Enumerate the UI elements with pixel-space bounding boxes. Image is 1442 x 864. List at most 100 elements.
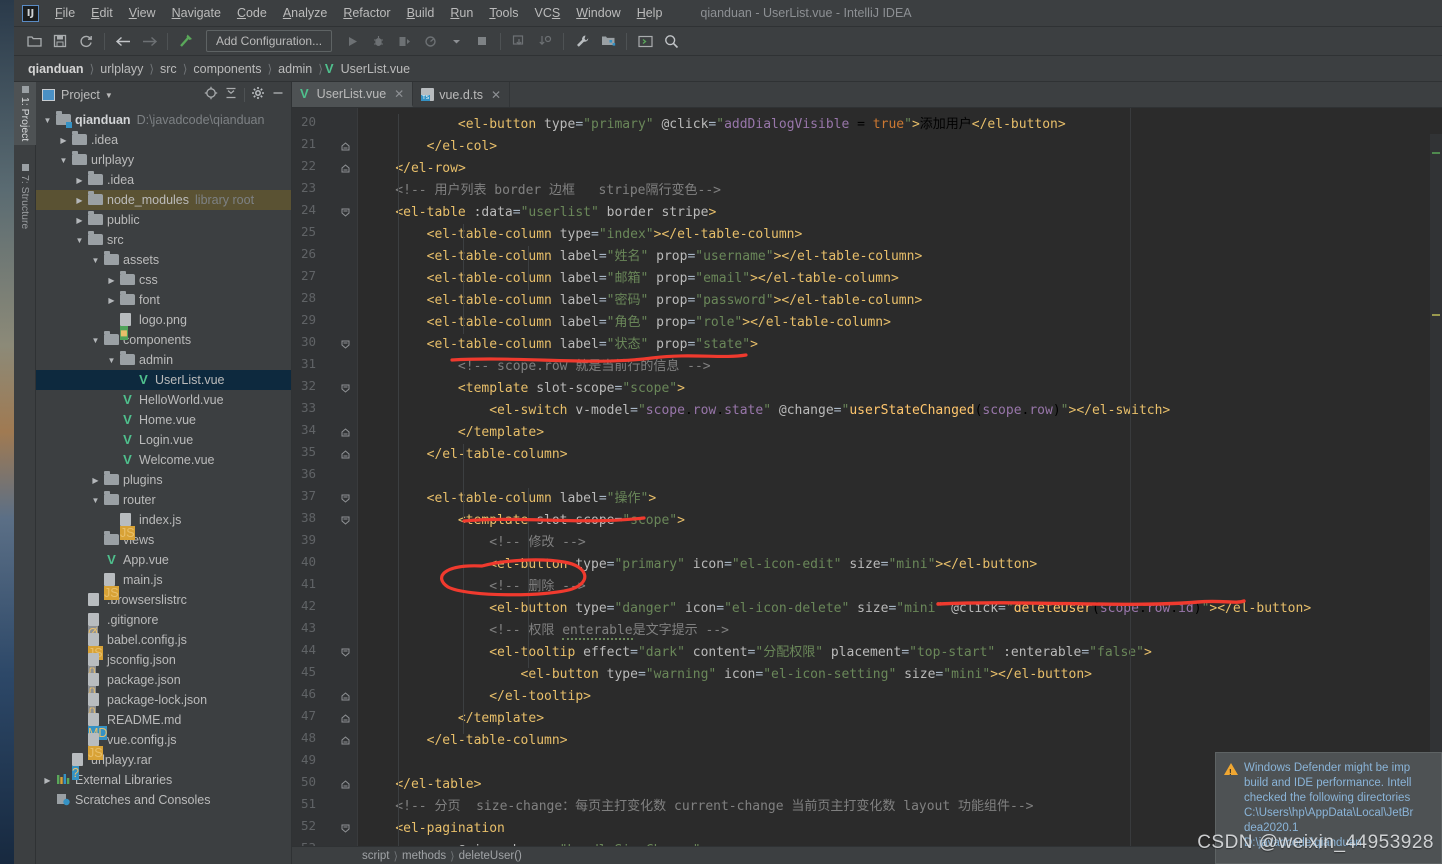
breadcrumb-item-components[interactable]: components [189,62,265,76]
chevron-right-icon[interactable]: ▶ [74,195,85,206]
forward-arrow-icon[interactable] [137,30,161,53]
commit-icon[interactable] [533,30,557,53]
menu-item-help[interactable]: Help [629,2,671,24]
tree-item-welcome-vue[interactable]: V Welcome.vue [36,450,291,470]
save-icon[interactable] [48,30,72,53]
menu-item-navigate[interactable]: Navigate [164,2,229,24]
menu-item-edit[interactable]: Edit [83,2,121,24]
locate-target-icon[interactable] [204,86,218,105]
tree-item-app-vue[interactable]: V App.vue [36,550,291,570]
tab-userlist-vue[interactable]: V UserList.vue ✕ [292,82,414,107]
tree-item-css[interactable]: ▶ css [36,270,291,290]
sidebar-item-project[interactable]: 1: Project [14,82,36,146]
close-icon[interactable]: ✕ [491,88,501,102]
chevron-down-icon[interactable]: ▼ [42,115,53,126]
chevron-down-icon[interactable]: ▼ [106,355,117,366]
update-project-icon[interactable] [507,30,531,53]
code-line[interactable]: <!-- 分页 size-change：每页主打变化数 current-chan… [364,796,1033,818]
code-fold-marker[interactable] [341,494,350,503]
tab-vue-d-ts[interactable]: TS vue.d.ts ✕ [413,82,511,107]
menu-item-build[interactable]: Build [399,2,443,24]
project-structure-icon[interactable] [596,30,620,53]
tree-item-userlist-vue[interactable]: V UserList.vue [36,370,291,390]
breadcrumb-item-admin[interactable]: admin [274,62,316,76]
bottom-breadcrumb-script[interactable]: script [362,850,389,862]
code-fold-marker[interactable] [341,824,350,833]
menu-item-view[interactable]: View [121,2,164,24]
sync-icon[interactable] [74,30,98,53]
gear-icon[interactable] [251,86,265,105]
tree-item-vue-config-js[interactable]: JS vue.config.js [36,730,291,760]
open-folder-icon[interactable] [22,30,46,53]
tree-item-urlplayy[interactable]: ▼ urlplayy [36,150,291,170]
code-line[interactable]: <template slot-scope="scope"> [364,378,685,400]
breadcrumb-item-src[interactable]: src [156,62,181,76]
tree-item--idea[interactable]: ▶ .idea [36,130,291,150]
tree-item-package-lock-json[interactable]: {} package-lock.json [36,690,291,720]
run-icon[interactable] [340,30,364,53]
search-icon[interactable] [659,30,683,53]
chevron-down-icon[interactable]: ▼ [58,155,69,166]
chevron-right-icon[interactable]: ▶ [58,135,69,146]
tree-item-main-js[interactable]: JS main.js [36,570,291,600]
tree-item-admin[interactable]: ▼ admin [36,350,291,370]
tree-item-urlplayy-rar[interactable]: ? urlplayy.rar [36,750,291,780]
hide-icon[interactable] [271,86,285,105]
code-line[interactable]: <el-button type="primary" icon="el-icon-… [364,554,1037,576]
menu-item-code[interactable]: Code [229,2,275,24]
code-fold-marker[interactable] [341,516,350,525]
debug-icon[interactable] [366,30,390,53]
tree-item--browserslistrc[interactable]: .browserslistrc [36,590,291,610]
code-line[interactable]: </el-col> [364,136,497,158]
code-fold-marker[interactable] [341,208,350,217]
sidebar-item-structure[interactable]: 7: Structure [14,160,36,233]
tree-item-home-vue[interactable]: V Home.vue [36,410,291,430]
code-fold-marker[interactable] [341,736,350,745]
code-line[interactable]: </el-table-column> [364,730,568,752]
code-line[interactable]: <el-button type="danger" icon="el-icon-d… [364,598,1311,620]
tree-item-views[interactable]: views [36,530,291,550]
code-line[interactable]: <!-- scope.row 就是当前行的信息 --> [364,356,711,378]
code-fold-marker[interactable] [341,648,350,657]
tree-item-src[interactable]: ▼ src [36,230,291,250]
bottom-breadcrumb-methods[interactable]: methods [402,850,446,862]
stop-icon[interactable] [470,30,494,53]
code-line[interactable]: <el-table-column label="邮箱" prop="email"… [364,268,899,290]
tree-item-font[interactable]: ▶ font [36,290,291,310]
code-line[interactable]: <el-table-column label="操作"> [364,488,657,510]
tree-item-babel-config-js[interactable]: JS babel.config.js [36,630,291,660]
tree-item-public[interactable]: ▶ public [36,210,291,230]
dropdown-caret-icon[interactable] [444,30,468,53]
chevron-right-icon[interactable]: ▶ [106,295,117,306]
tree-item-scratches-and-consoles[interactable]: Scratches and Consoles [36,790,291,810]
inspection-scrollbar[interactable] [1430,134,1442,828]
tree-item-jsconfig-json[interactable]: {} jsconfig.json [36,650,291,680]
code-line[interactable]: <el-button type="primary" @click="addDia… [364,114,1066,136]
code-line[interactable]: </template> [364,708,544,730]
code-fold-marker[interactable] [341,340,350,349]
add-configuration-button[interactable]: Add Configuration... [206,30,333,52]
close-icon[interactable]: ✕ [394,87,404,101]
chevron-down-icon[interactable]: ▼ [90,335,101,346]
menu-item-refactor[interactable]: Refactor [335,2,398,24]
tree-item-login-vue[interactable]: V Login.vue [36,430,291,450]
code-line[interactable]: <!-- 用户列表 border 边框 stripe隔行变色--> [364,180,721,202]
chevron-right-icon[interactable]: ▶ [74,215,85,226]
breadcrumb-item-file[interactable]: UserList.vue [337,62,414,76]
code-fold-marker[interactable] [341,384,350,393]
chevron-right-icon[interactable]: ▶ [106,275,117,286]
terminal-icon[interactable] [633,30,657,53]
code-line[interactable]: <!-- 权限 enterable是文字提示 --> [364,620,729,642]
code-fold-marker[interactable] [341,428,350,437]
tree-item--gitignore[interactable]: Ø .gitignore [36,610,291,640]
code-line[interactable]: </template> [364,422,544,444]
code-fold-marker[interactable] [341,780,350,789]
tree-item-plugins[interactable]: ▶ plugins [36,470,291,490]
breadcrumb-item-urlplayy[interactable]: urlplayy [96,62,147,76]
build-hammer-icon[interactable] [174,30,198,53]
code-line[interactable]: <el-table-column label="状态" prop="state"… [364,334,758,356]
code-fold-marker[interactable] [341,714,350,723]
tree-item-assets[interactable]: ▼ assets [36,250,291,270]
menu-item-file[interactable]: File [47,2,83,24]
chevron-right-icon[interactable]: ▶ [42,775,53,786]
